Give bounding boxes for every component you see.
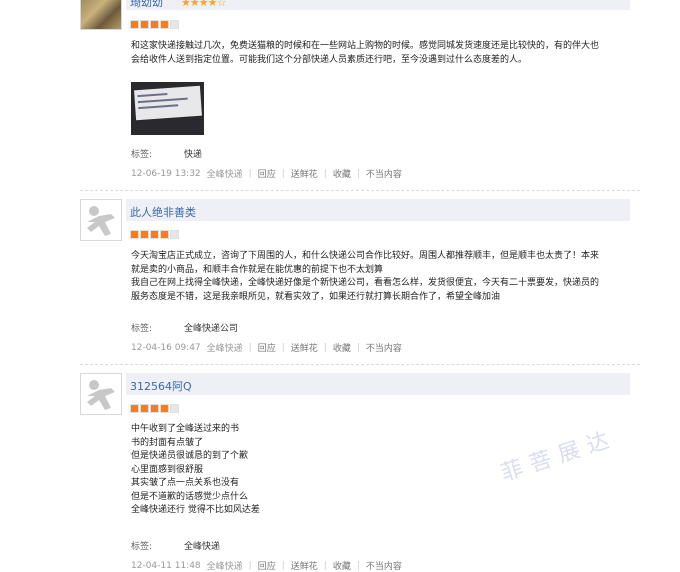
star-icon	[150, 230, 159, 239]
review-line: 其实皱了点一点关系也没有	[131, 478, 240, 488]
tag-link[interactable]: 快递	[184, 147, 202, 160]
rating-bar-icon	[130, 404, 179, 413]
separator: |	[356, 560, 360, 571]
photo-line	[137, 97, 188, 104]
report-link[interactable]: 不当内容	[366, 167, 402, 180]
photo-line	[138, 104, 179, 110]
tag-link[interactable]: 全峰快递公司	[184, 321, 238, 334]
separator: |	[248, 342, 252, 353]
reply-link[interactable]: 回应	[258, 167, 276, 180]
separator: |	[248, 560, 252, 571]
review-line: 我自己在网上找得全峰快递，全峰快递好像是个新快递公司，看看怎么样，发货很便宜，今…	[131, 278, 600, 288]
user-avatar[interactable]	[80, 199, 122, 241]
review-line: 和这家快递接触过几次，免费送猫粮的时候和在一些网站上购物的时候。感觉同城发货速度…	[131, 41, 600, 51]
review-photo[interactable]	[131, 82, 204, 135]
company-link[interactable]: 全峰快递	[207, 559, 243, 572]
star-icon	[130, 230, 139, 239]
review-meta: 12-04-16 09:47 全峰快递 | 回应 | 送鲜花 | 收藏 | 不当…	[131, 341, 402, 355]
favorite-link[interactable]: 收藏	[333, 341, 351, 354]
default-user-icon	[87, 380, 115, 410]
review-date: 12-04-16 09:47	[131, 342, 201, 353]
report-link[interactable]: 不当内容	[366, 341, 402, 354]
review-tags: 标签: 快递	[131, 147, 202, 160]
user-avatar[interactable]	[80, 373, 122, 415]
reply-link[interactable]: 回应	[258, 559, 276, 572]
review-line: 但是不道歉的话感觉少点什么	[131, 491, 249, 502]
review-header	[126, 373, 630, 395]
send-flower-link[interactable]: 送鲜花	[291, 559, 318, 572]
separator: |	[281, 560, 285, 571]
username-link[interactable]: 此人绝非善类	[130, 204, 196, 220]
star-icon	[130, 404, 139, 413]
review-line: 中午收到了全峰送过来的书	[131, 424, 240, 434]
favorite-link[interactable]: 收藏	[333, 559, 351, 572]
review-line: 会给收件人送到指定位置。可能我们这个分部快递人员素质还行吧，至今没遇到过什么态度…	[131, 54, 528, 65]
review-body: 和这家快递接触过几次，免费送猫粮的时候和在一些网站上购物的时候。感觉同城发货速度…	[131, 40, 631, 67]
separator: |	[323, 560, 327, 571]
review-header	[126, 199, 630, 221]
review-tags: 标签: 全峰快递	[131, 539, 220, 552]
separator: |	[281, 342, 285, 353]
review-line: 今天淘宝店正式成立，咨询了下周围的人，和什么快递公司合作比较好。周围人都推荐顺丰…	[131, 251, 600, 261]
username-link[interactable]: 琦幼幼	[130, 0, 163, 10]
star-icon	[150, 20, 159, 29]
favorite-link[interactable]: 收藏	[333, 167, 351, 180]
company-link[interactable]: 全峰快递	[207, 167, 243, 180]
review-divider	[80, 190, 640, 191]
star-icon	[160, 230, 169, 239]
star-icon	[160, 404, 169, 413]
review-date: 12-06-19 13:32	[131, 168, 201, 179]
tags-label: 标签:	[131, 324, 153, 334]
review-divider	[80, 364, 640, 365]
separator: |	[248, 168, 252, 179]
star-empty-icon	[170, 20, 179, 29]
photo-card	[134, 85, 202, 121]
review-meta: 12-04-11 11:48 全峰快递 | 回应 | 送鲜花 | 收藏 | 不当…	[131, 559, 402, 572]
review-body: 今天淘宝店正式成立，咨询了下周围的人，和什么快递公司合作比较好。周围人都推荐顺丰…	[131, 250, 631, 304]
send-flower-link[interactable]: 送鲜花	[291, 167, 318, 180]
star-icon	[160, 20, 169, 29]
company-link[interactable]: 全峰快递	[207, 341, 243, 354]
star-icon	[140, 20, 149, 29]
star-empty-icon	[170, 230, 179, 239]
separator: |	[281, 168, 285, 179]
review-meta: 12-06-19 13:32 全峰快递 | 回应 | 送鲜花 | 收藏 | 不当…	[131, 167, 402, 181]
username-link[interactable]: 312564阿Q	[130, 378, 192, 394]
tags-label: 标签:	[131, 150, 153, 160]
star-icon	[130, 20, 139, 29]
separator: |	[323, 342, 327, 353]
star-icon	[150, 404, 159, 413]
tag-link[interactable]: 全峰快递	[184, 539, 220, 552]
star-icon	[140, 230, 149, 239]
send-flower-link[interactable]: 送鲜花	[291, 341, 318, 354]
report-link[interactable]: 不当内容	[366, 559, 402, 572]
rating-bar-icon	[130, 230, 179, 239]
rating-bar-icon	[130, 20, 179, 29]
review-line: 就是卖的小商品，和顺丰合作就是在能优惠的前提下也不太划算	[131, 264, 384, 275]
reply-link[interactable]: 回应	[258, 341, 276, 354]
separator: |	[356, 342, 360, 353]
star-rating-icon: ★★★★☆	[181, 0, 226, 9]
review-date: 12-04-11 11:48	[131, 560, 201, 571]
tags-label: 标签:	[131, 542, 153, 552]
review-line: 服务态度是不错，这是我亲眼所见，就看实效了，如果还行就打算长期合作了，希望全峰加…	[131, 291, 501, 302]
separator: |	[323, 168, 327, 179]
review-line: 全峰快递还行 觉得不比如风达差	[131, 505, 260, 515]
star-icon	[140, 404, 149, 413]
default-user-icon	[87, 206, 115, 236]
star-empty-icon	[170, 404, 179, 413]
review-tags: 标签: 全峰快递公司	[131, 321, 238, 334]
separator: |	[356, 168, 360, 179]
user-avatar[interactable]	[80, 0, 122, 30]
photo-line	[137, 93, 168, 98]
